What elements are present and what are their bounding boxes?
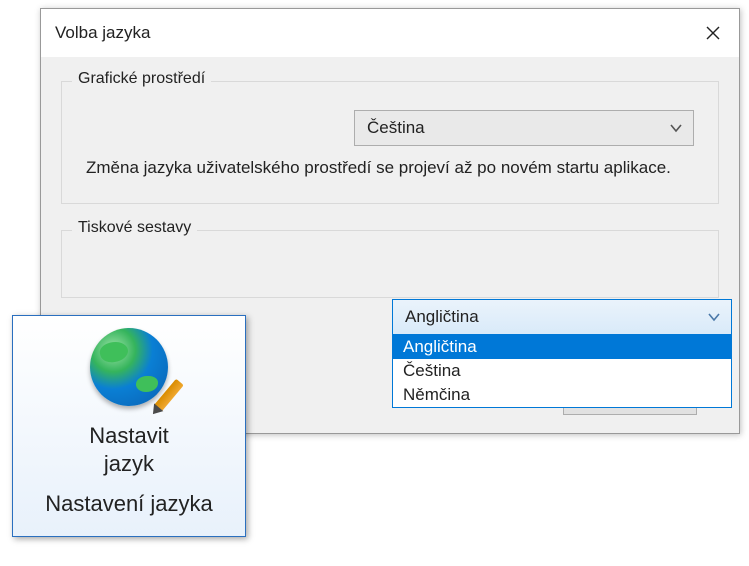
ui-language-selected: Čeština bbox=[367, 118, 425, 138]
report-language-option[interactable]: Angličtina bbox=[393, 335, 731, 359]
ribbon-button-label: Nastavit jazyk bbox=[89, 422, 168, 477]
report-language-selected: Angličtina bbox=[405, 307, 479, 327]
report-language-select-open: Angličtina Angličtina Čeština Němčina bbox=[392, 299, 732, 408]
report-language-option[interactable]: Čeština bbox=[393, 359, 731, 383]
set-language-ribbon-button[interactable]: Nastavit jazyk Nastavení jazyka bbox=[12, 315, 246, 537]
group-ui-language: Grafické prostředí Čeština Změna jazyka … bbox=[61, 81, 719, 204]
group-report-legend: Tiskové sestavy bbox=[72, 219, 197, 237]
ui-language-select[interactable]: Čeština bbox=[354, 110, 694, 146]
close-icon bbox=[706, 26, 720, 40]
group-report-language: Tiskové sestavy bbox=[61, 230, 719, 298]
group-ui-legend: Grafické prostředí bbox=[72, 70, 211, 88]
report-language-options: Angličtina Čeština Němčina bbox=[392, 335, 732, 408]
dialog-title: Volba jazyka bbox=[55, 23, 150, 43]
ribbon-group-label: Nastavení jazyka bbox=[45, 491, 213, 517]
chevron-down-icon bbox=[707, 307, 721, 327]
ui-language-hint: Změna jazyka uživatelského prostředí se … bbox=[86, 156, 694, 181]
globe-icon bbox=[90, 328, 168, 406]
report-language-option[interactable]: Němčina bbox=[393, 383, 731, 407]
report-language-select[interactable]: Angličtina bbox=[392, 299, 732, 335]
titlebar: Volba jazyka bbox=[41, 9, 739, 57]
close-button[interactable] bbox=[691, 17, 735, 49]
chevron-down-icon bbox=[669, 118, 683, 138]
